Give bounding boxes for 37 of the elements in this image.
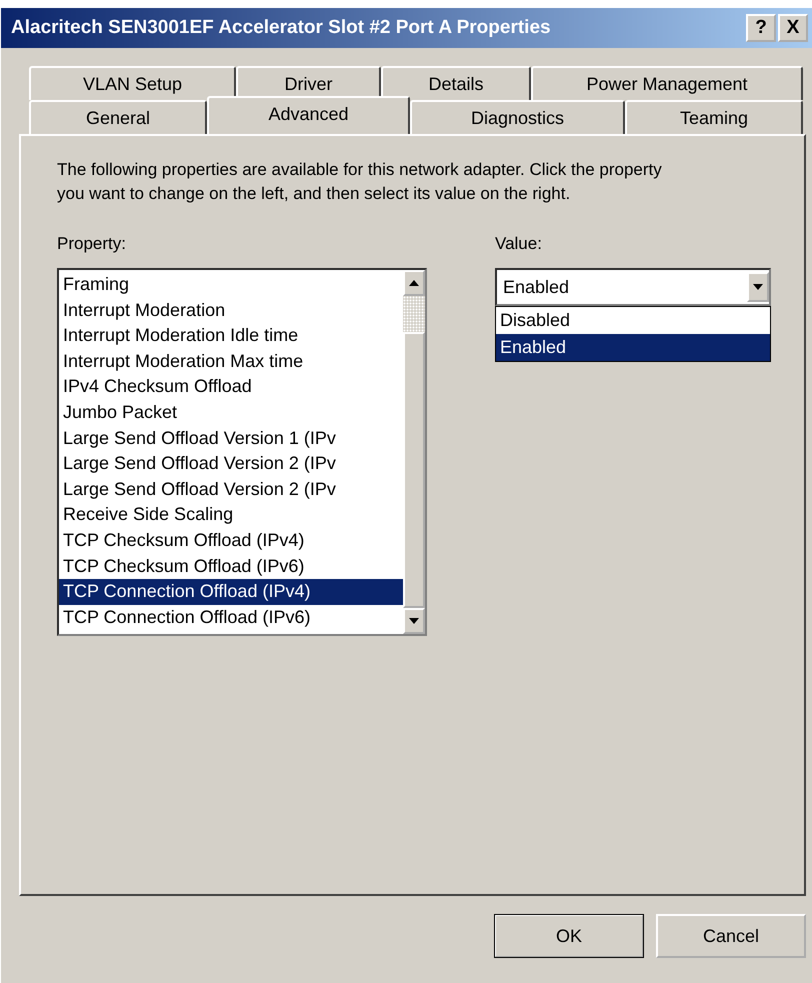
- tab[interactable]: Diagnostics: [410, 100, 625, 134]
- scroll-up-icon[interactable]: [403, 270, 425, 296]
- help-button[interactable]: ?: [746, 14, 776, 42]
- property-list[interactable]: [57, 268, 427, 636]
- scroll-down-icon[interactable]: [403, 608, 425, 634]
- list-item[interactable]: TCP Checksum Offload (IPv4): [59, 528, 403, 554]
- tab[interactable]: VLAN Setup: [29, 66, 236, 100]
- description-text: The following properties are available for this network adapter. Click the property you want to change on the left, and then select its value on the right.: [57, 159, 663, 205]
- window-title: Alacritech SEN3001EF Accelerator Slot #2 Port A Properties: [11, 17, 552, 39]
- scrollbar[interactable]: [403, 270, 425, 634]
- list-item[interactable]: Framing: [59, 272, 403, 298]
- dropdown-option[interactable]: Enabled: [496, 334, 770, 361]
- value-dropdown[interactable]: Enabled: [495, 268, 771, 306]
- list-item[interactable]: TCP Checksum Offload (IPv6): [59, 554, 403, 580]
- list-item[interactable]: Receive Side Scaling: [59, 502, 403, 528]
- list-item[interactable]: Jumbo Packet: [59, 400, 403, 426]
- cancel-button[interactable]: Cancel: [656, 914, 806, 958]
- list-item[interactable]: TCP Connection Offload (IPv4): [59, 579, 403, 605]
- tab[interactable]: Power Management: [531, 66, 803, 100]
- dropdown-option[interactable]: Disabled: [496, 307, 770, 334]
- list-item[interactable]: Interrupt Moderation Idle time: [59, 323, 403, 349]
- list-item[interactable]: Large Send Offload Version 1 (IPv: [59, 426, 403, 452]
- tab[interactable]: General: [29, 100, 207, 134]
- list-item[interactable]: Large Send Offload Version 2 (IPv: [59, 476, 403, 502]
- close-button[interactable]: X: [778, 14, 808, 42]
- tab[interactable]: Teaming: [625, 100, 803, 134]
- ok-button[interactable]: OK: [494, 914, 644, 958]
- list-item[interactable]: Interrupt Moderation: [59, 298, 403, 324]
- property-label: Property:: [57, 234, 126, 254]
- tab[interactable]: Advanced: [207, 96, 410, 134]
- list-item[interactable]: Large Send Offload Version 2 (IPv: [59, 451, 403, 477]
- tab[interactable]: Details: [381, 66, 531, 100]
- list-item[interactable]: TCP Connection Offload (IPv6): [59, 604, 403, 630]
- list-item[interactable]: Interrupt Moderation Max time: [59, 348, 403, 374]
- scroll-thumb[interactable]: [403, 332, 425, 608]
- list-item[interactable]: IPv4 Checksum Offload: [59, 374, 403, 400]
- value-label: Value:: [495, 234, 542, 254]
